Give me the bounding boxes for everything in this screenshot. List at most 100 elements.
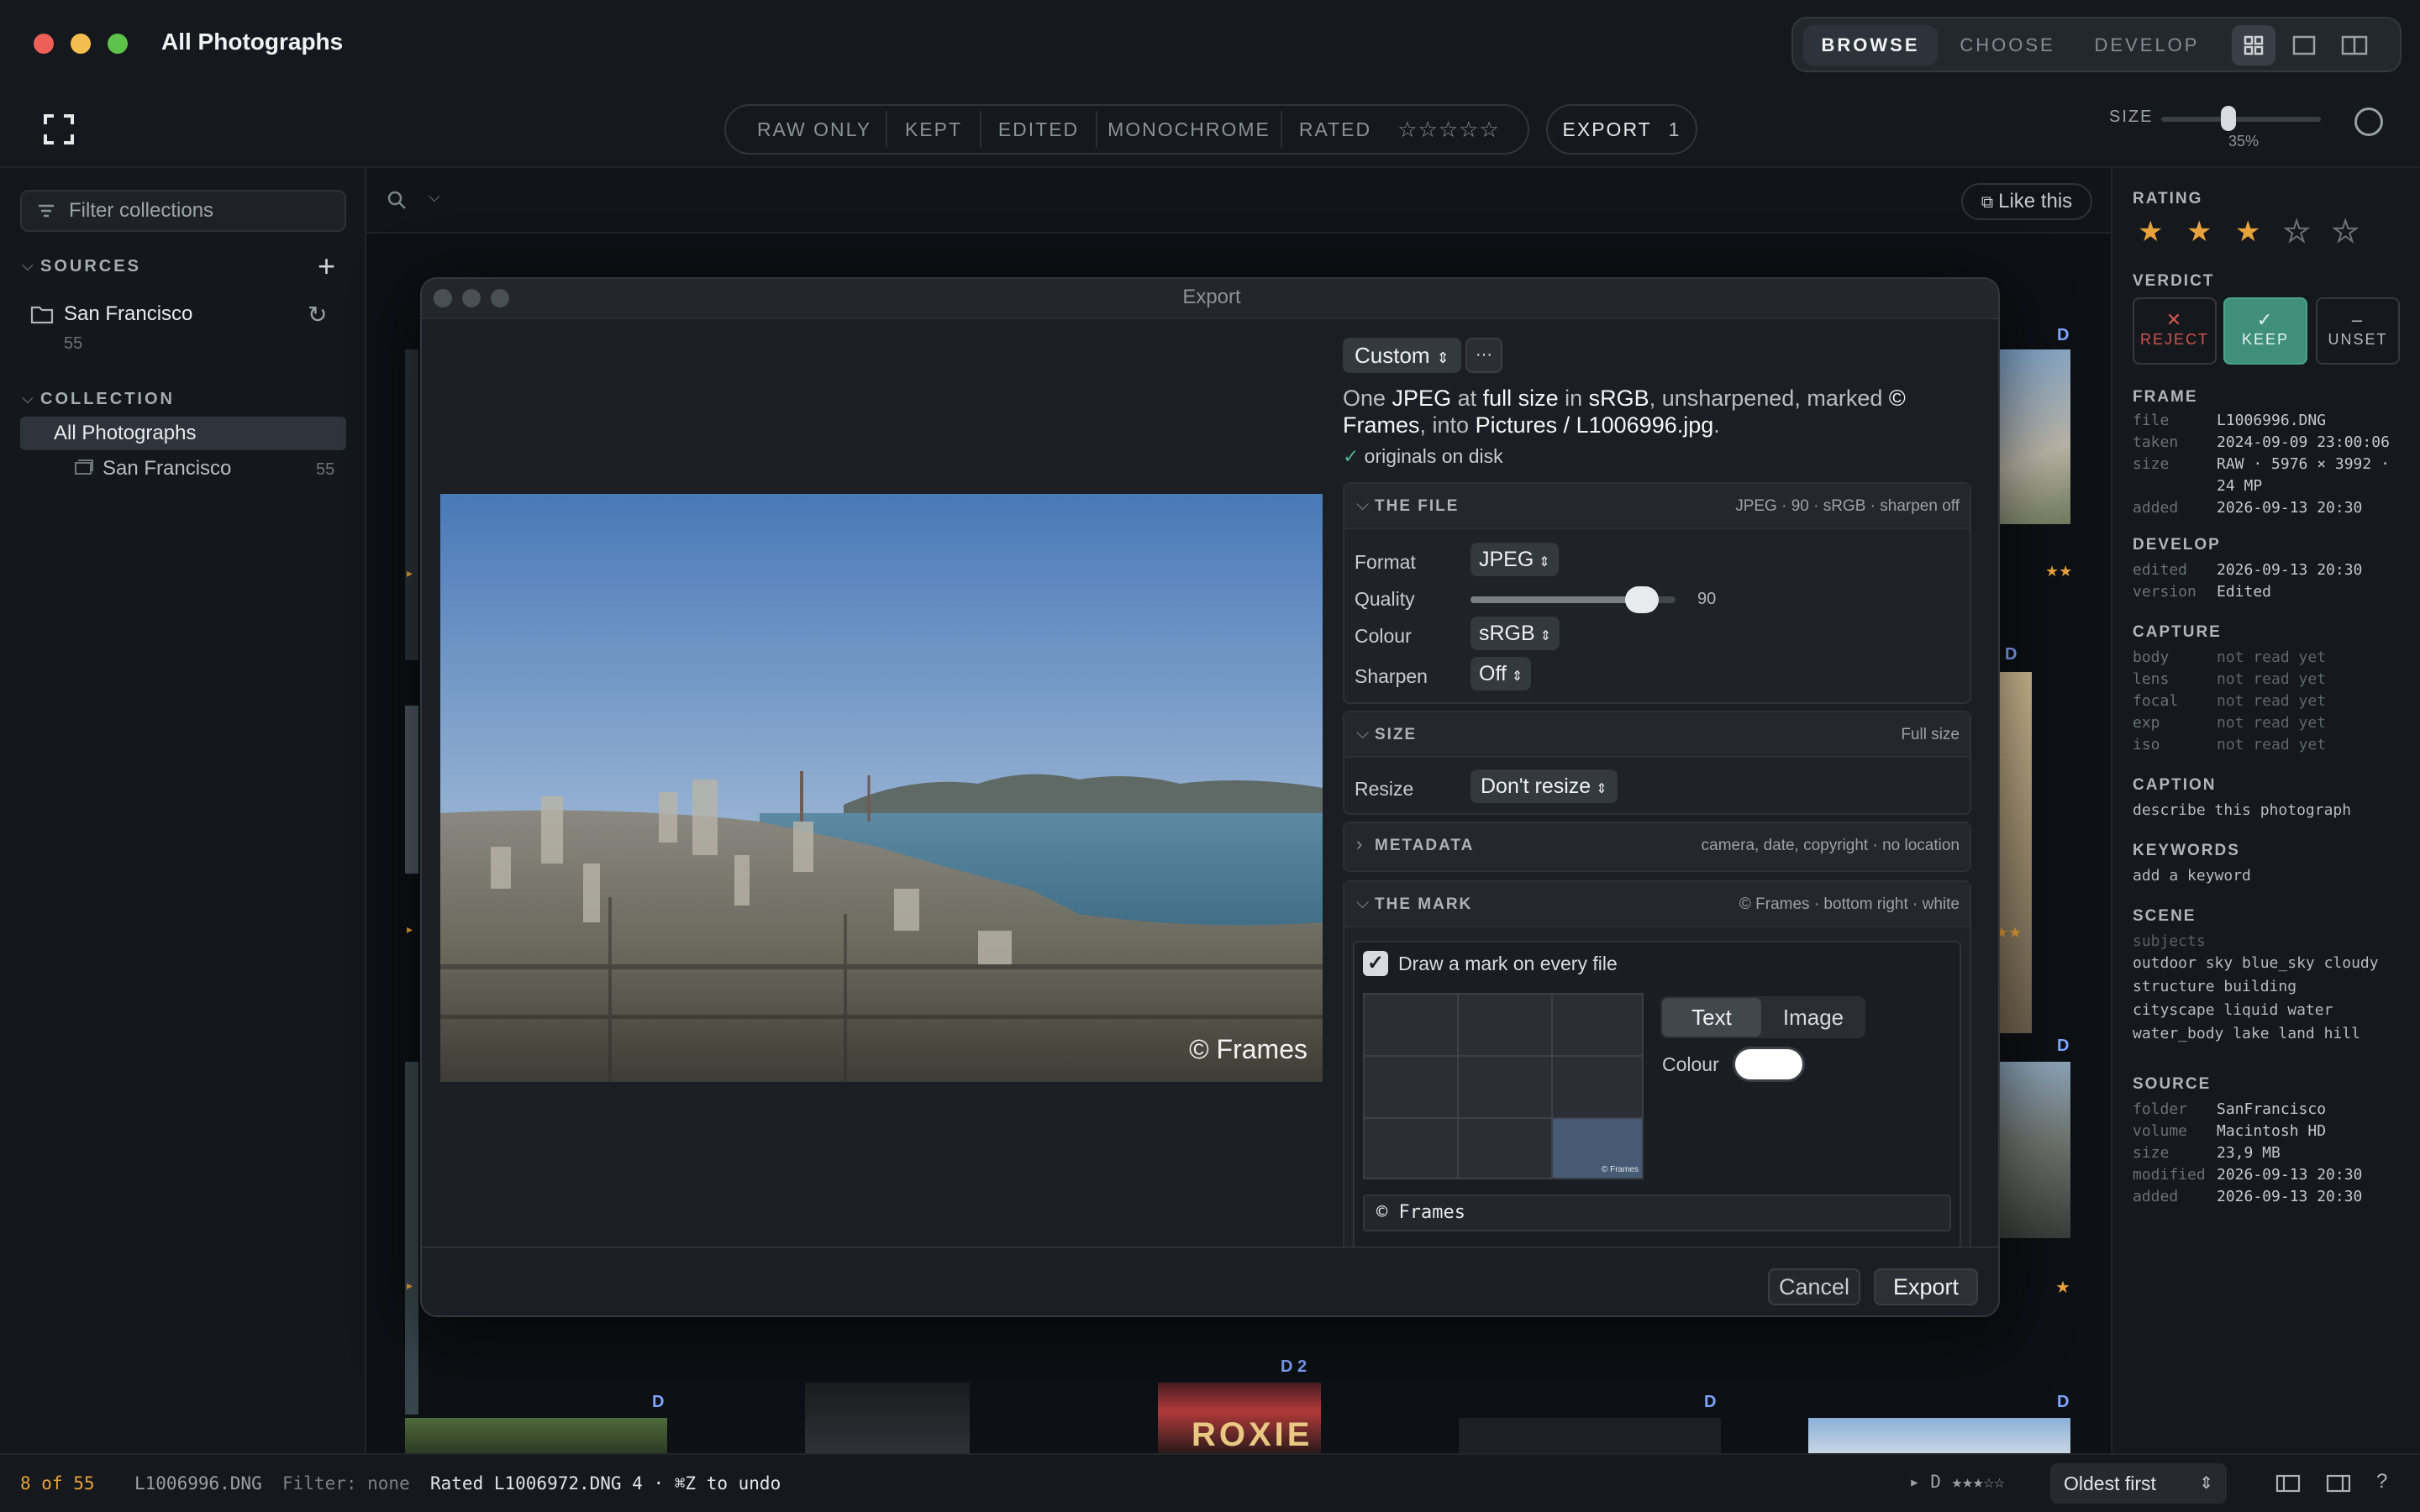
- filter-kept[interactable]: KEPT: [887, 106, 980, 153]
- resize-select[interactable]: Don't resize ⇕: [1470, 769, 1618, 803]
- mark-position-bottom-right[interactable]: © Frames: [1553, 1119, 1642, 1178]
- quality-slider-fill: [1470, 596, 1640, 603]
- preset-select[interactable]: Custom ⇕: [1343, 338, 1461, 373]
- info-key: size: [2133, 1144, 2170, 1162]
- mark-section-header[interactable]: ⌵ THE MARK © Frames · bottom right · whi…: [1344, 882, 1970, 927]
- originals-label: originals on disk: [1364, 445, 1503, 467]
- search-icon[interactable]: [387, 190, 408, 212]
- zoom-window-button[interactable]: [108, 34, 128, 54]
- filter-monochrome[interactable]: MONOCHROME: [1097, 106, 1281, 153]
- help-icon[interactable]: ?: [2376, 1470, 2387, 1494]
- keywords-field[interactable]: add a keyword: [2133, 867, 2251, 885]
- cancel-button[interactable]: Cancel: [1768, 1268, 1860, 1305]
- mark-type-text-tab[interactable]: Text: [1662, 998, 1761, 1037]
- format-select[interactable]: JPEG ⇕: [1470, 543, 1559, 576]
- rating-star-4[interactable]: ★: [2283, 215, 2311, 249]
- originals-status: ✓ originals on disk: [1343, 445, 1503, 468]
- close-window-button[interactable]: [34, 34, 54, 54]
- keep-button[interactable]: ✓ KEEP: [2223, 297, 2307, 365]
- photo-thumbnail[interactable]: [1998, 1062, 2070, 1238]
- photo-thumbnail[interactable]: [405, 1418, 667, 1453]
- info-key: exp: [2133, 714, 2160, 732]
- mode-develop-tab[interactable]: DEVELOP: [2077, 25, 2217, 66]
- info-key: body: [2133, 648, 2170, 666]
- export-chip-label: EXPORT: [1562, 118, 1652, 140]
- filter-edited[interactable]: EDITED: [981, 106, 1096, 153]
- chevron-down-icon: ⌵: [1356, 496, 1370, 514]
- rating-star-2[interactable]: ★: [2186, 215, 2212, 249]
- rating-star-1[interactable]: ★: [2138, 215, 2163, 249]
- toggle-inspector-icon[interactable]: [2326, 1473, 2351, 1494]
- refresh-icon[interactable]: ↻: [308, 301, 327, 328]
- minimize-window-button[interactable]: [71, 34, 91, 54]
- grid-view-button[interactable]: [2232, 25, 2275, 66]
- info-key: iso: [2133, 736, 2160, 753]
- collection-chevron-icon[interactable]: ⌵: [22, 390, 34, 407]
- photo-thumbnail[interactable]: [1808, 1418, 2070, 1453]
- colour-space-select[interactable]: sRGB ⇕: [1470, 617, 1560, 650]
- filter-rated[interactable]: RATED: [1289, 106, 1381, 153]
- mode-browse-tab[interactable]: BROWSE: [1803, 25, 1938, 66]
- more-options-button[interactable]: ···: [1465, 338, 1502, 373]
- format-select-value: JPEG: [1479, 548, 1534, 571]
- draw-mark-checkbox[interactable]: ✓: [1363, 951, 1388, 976]
- sidebar: Filter collections ⌵ SOURCES + San Franc…: [0, 168, 366, 1453]
- fullscreen-icon[interactable]: [42, 113, 76, 146]
- file-section-header[interactable]: ⌵ THE FILE JPEG · 90 · sRGB · sharpen of…: [1344, 484, 1970, 529]
- rated-stars-filter[interactable]: ☆☆☆☆☆: [1390, 106, 1507, 153]
- rating-star-5[interactable]: ★: [2332, 215, 2360, 249]
- sharpen-select[interactable]: Off ⇕: [1470, 657, 1532, 690]
- reject-icon: ✕: [2165, 309, 2184, 330]
- toggle-sidebar-icon[interactable]: [2275, 1473, 2301, 1494]
- export-preview-image: © Frames: [440, 494, 1323, 1082]
- dash-icon: –: [2351, 309, 2365, 330]
- export-button[interactable]: Export: [1874, 1268, 1978, 1305]
- photo-thumbnail[interactable]: [1998, 349, 2070, 524]
- source-san-francisco[interactable]: San Francisco: [64, 302, 192, 326]
- size-section-header[interactable]: ⌵ SIZE Full size: [1344, 712, 1970, 758]
- photo-thumbnail[interactable]: [405, 1062, 418, 1415]
- search-dropdown-icon[interactable]: ⌵: [429, 188, 440, 206]
- unset-button[interactable]: – UNSET: [2316, 297, 2400, 365]
- photo-thumbnail[interactable]: [1998, 672, 2032, 1033]
- chevron-down-icon: ⌵: [1356, 894, 1370, 912]
- filter-raw-only[interactable]: RAW ONLY: [738, 106, 891, 153]
- photo-thumbnail[interactable]: ROXIE: [1158, 1383, 1321, 1453]
- reject-button[interactable]: ✕ REJECT: [2133, 297, 2217, 365]
- collection-san-francisco[interactable]: San Francisco: [103, 457, 231, 480]
- rating-badge: ★★: [2045, 563, 2073, 580]
- plus-icon[interactable]: +: [318, 249, 335, 284]
- folder-icon: [30, 306, 54, 324]
- caption-field[interactable]: describe this photograph: [2133, 801, 2351, 819]
- photo-thumbnail[interactable]: [1459, 1418, 1721, 1453]
- status-filter: Filter: none: [282, 1473, 410, 1494]
- circle-toggle-button[interactable]: [2354, 108, 2383, 136]
- export-chip[interactable]: EXPORT 1: [1546, 104, 1697, 155]
- photo-thumbnail[interactable]: [405, 349, 418, 660]
- verdict-heading: VERDICT: [2133, 272, 2215, 290]
- filter-collections-input[interactable]: Filter collections: [20, 190, 346, 232]
- roxie-sign-text: ROXIE: [1192, 1416, 1313, 1453]
- like-this-button[interactable]: ⧉ Like this: [1961, 183, 2092, 220]
- mark-text-input[interactable]: © Frames: [1363, 1194, 1951, 1231]
- size-slider[interactable]: [2161, 117, 2321, 122]
- single-view-button[interactable]: [2282, 25, 2326, 66]
- metadata-section-title: METADATA: [1375, 837, 1475, 854]
- info-value: Macintosh HD: [2217, 1122, 2327, 1140]
- mode-switch: BROWSE CHOOSE DEVELOP: [1791, 17, 2402, 72]
- compare-view-button[interactable]: [2333, 25, 2376, 66]
- photo-thumbnail[interactable]: [405, 706, 418, 874]
- mark-type-image-tab[interactable]: Image: [1763, 998, 1864, 1037]
- size-slider-knob[interactable]: [2220, 106, 2236, 131]
- sort-select[interactable]: Oldest first ⇕: [2050, 1463, 2227, 1504]
- sources-chevron-icon[interactable]: ⌵: [22, 257, 34, 275]
- photo-thumbnail[interactable]: [805, 1383, 970, 1453]
- flag-marker: ▸: [407, 1278, 413, 1292]
- mark-colour-swatch[interactable]: [1733, 1047, 1805, 1082]
- rating-star-3[interactable]: ★: [2235, 215, 2260, 249]
- summary-part: at: [1451, 386, 1483, 411]
- metadata-section-header[interactable]: › METADATA camera, date, copyright · no …: [1344, 823, 1970, 869]
- quality-slider-knob[interactable]: [1625, 586, 1659, 613]
- mode-choose-tab[interactable]: CHOOSE: [1943, 25, 2072, 66]
- summary-part: full size: [1482, 386, 1559, 411]
